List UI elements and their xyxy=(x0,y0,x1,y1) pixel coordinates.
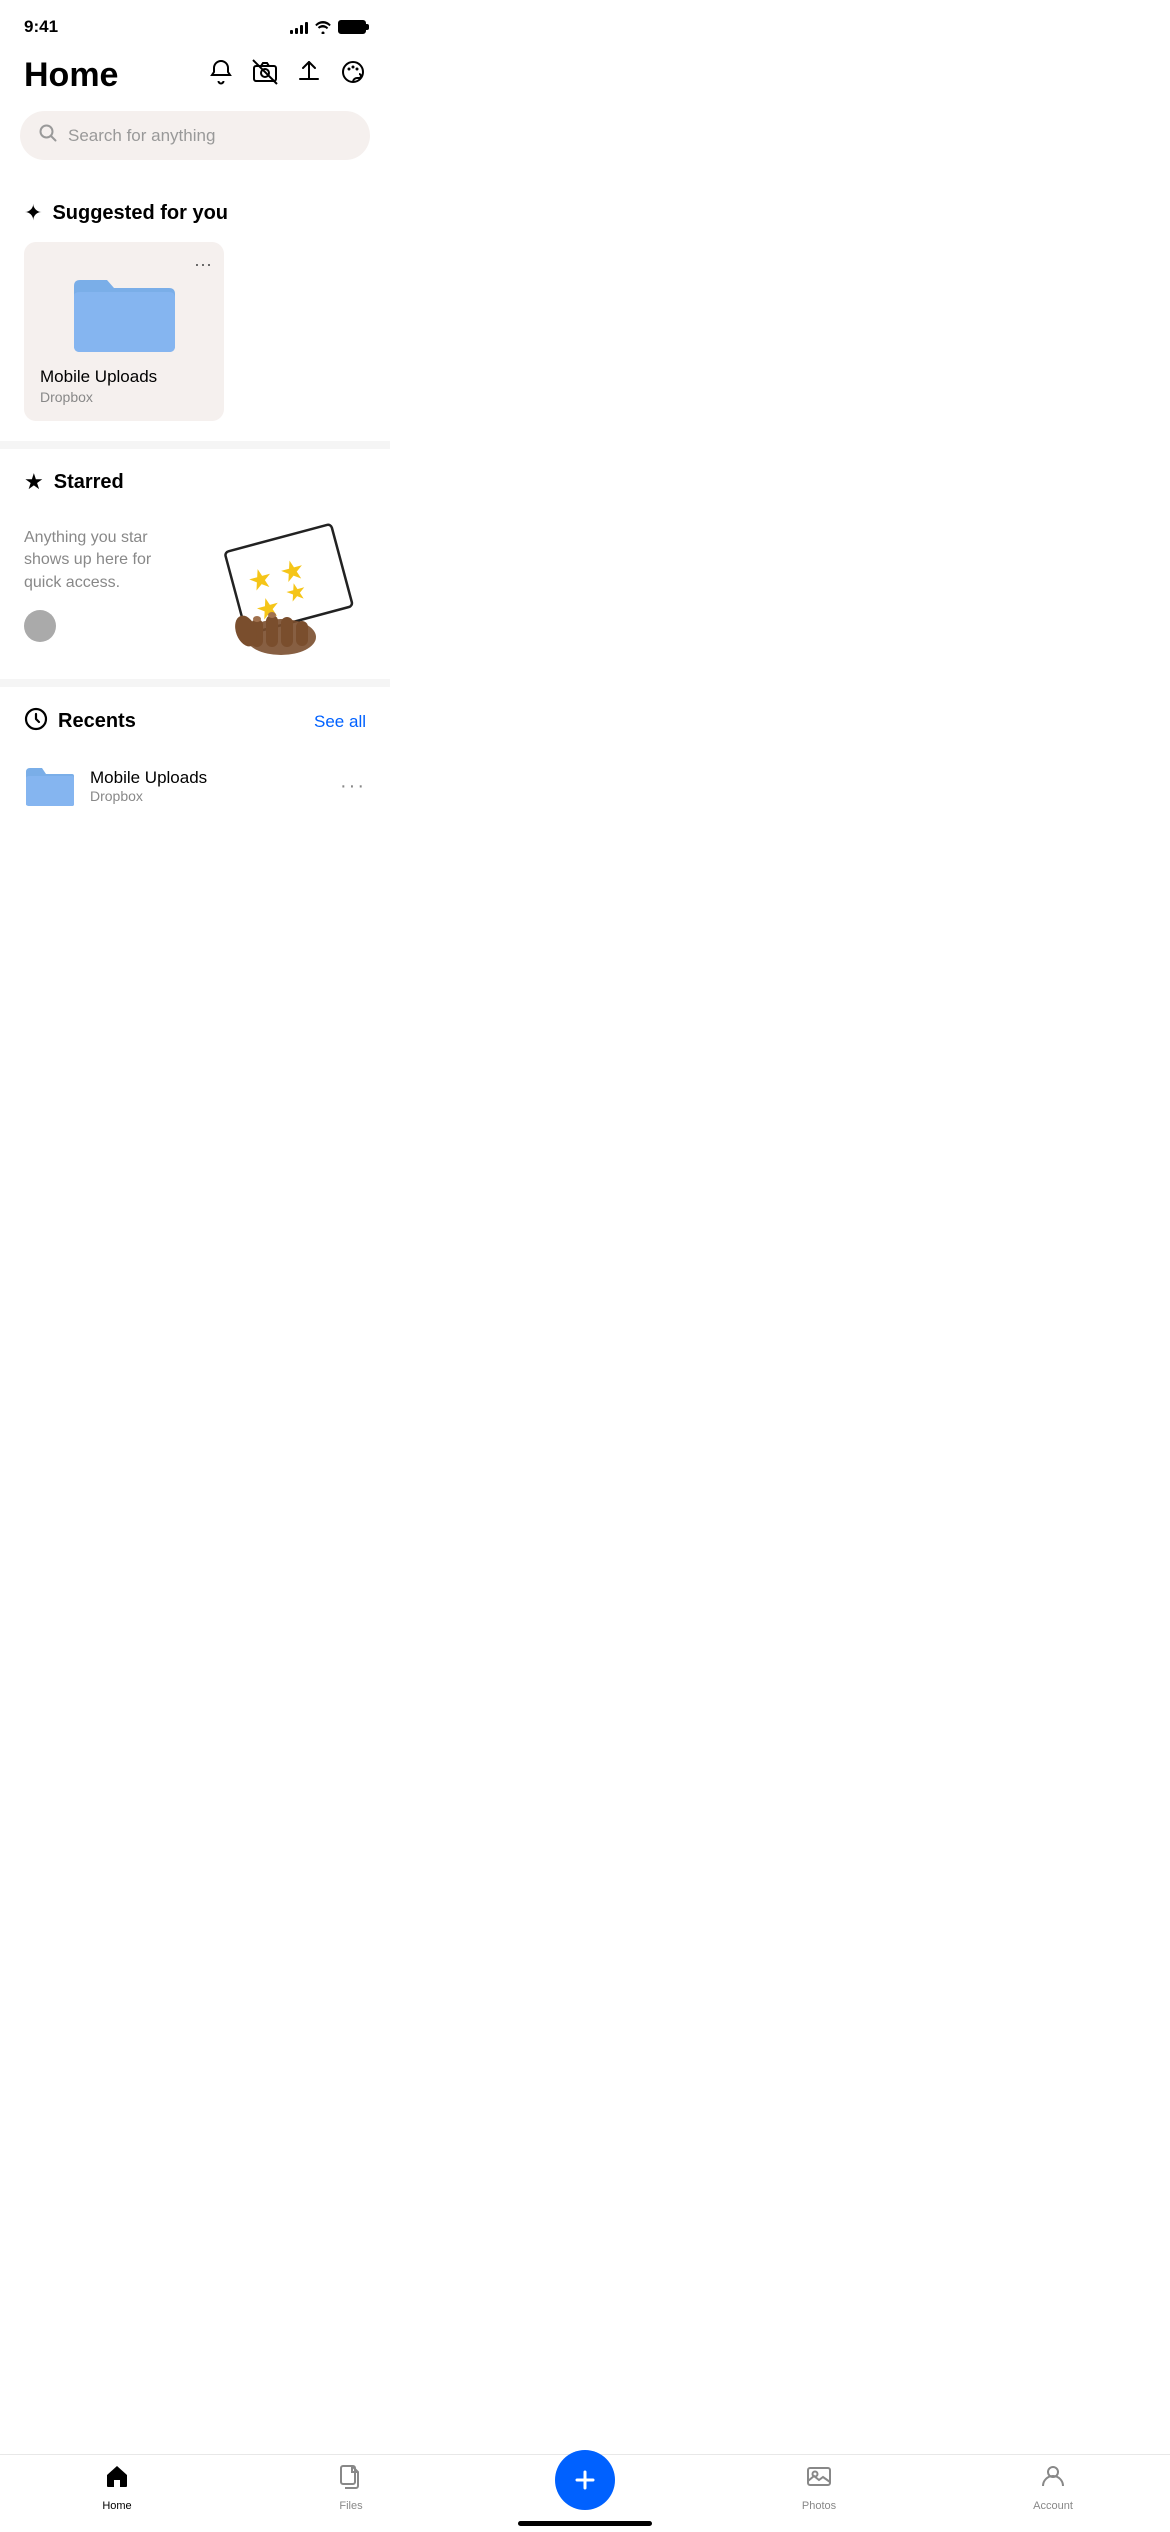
starred-content: Anything you star shows up here for quic… xyxy=(24,511,366,659)
star-icon: ★ xyxy=(24,469,44,495)
suggested-title: Suggested for you xyxy=(52,202,228,225)
recents-item-info: Mobile Uploads Dropbox xyxy=(90,768,326,804)
divider-1 xyxy=(0,441,390,449)
battery-icon xyxy=(338,20,366,34)
starred-header: ★ Starred xyxy=(24,469,366,495)
nav-label-files: Files xyxy=(339,2500,362,2512)
nav-label-account: Account xyxy=(1033,2500,1073,2512)
recents-folder-icon xyxy=(24,764,76,808)
nav-item-photos[interactable]: Photos xyxy=(702,2463,936,2512)
recents-item-subtitle: Dropbox xyxy=(90,788,326,804)
nav-label-photos: Photos xyxy=(802,2500,836,2512)
status-bar: 9:41 xyxy=(0,0,390,48)
recents-title: Recents xyxy=(58,710,136,733)
recents-header: Recents See all xyxy=(24,707,366,736)
account-icon xyxy=(1040,2463,1066,2496)
bell-icon[interactable] xyxy=(208,59,234,92)
home-icon xyxy=(104,2463,130,2496)
nav-item-add[interactable] xyxy=(468,2466,702,2510)
search-placeholder: Search for anything xyxy=(68,126,215,146)
upload-icon[interactable] xyxy=(296,59,322,92)
status-icons xyxy=(290,20,366,34)
nav-item-files[interactable]: Files xyxy=(234,2463,468,2512)
palette-icon[interactable] xyxy=(340,59,366,92)
folder-card-subtitle: Dropbox xyxy=(40,389,208,405)
folder-card-name: Mobile Uploads xyxy=(40,367,208,387)
starred-title: Starred xyxy=(54,471,124,494)
signal-icon xyxy=(290,20,308,34)
starred-empty-indicator xyxy=(24,610,56,642)
recents-section: Recents See all Mobile Uploads Dropbox ·… xyxy=(0,687,390,840)
suggested-header: ✦ Suggested for you xyxy=(24,200,366,226)
search-bar[interactable]: Search for anything xyxy=(20,111,370,160)
header-actions xyxy=(208,59,366,92)
divider-2 xyxy=(0,679,390,687)
recents-item-name: Mobile Uploads xyxy=(90,768,326,788)
camera-off-icon[interactable] xyxy=(252,59,278,92)
photos-icon xyxy=(806,2463,832,2496)
wifi-icon xyxy=(314,20,332,34)
recents-item-menu[interactable]: ··· xyxy=(340,775,366,798)
nav-item-home[interactable]: Home xyxy=(0,2463,234,2512)
main-content: ✦ Suggested for you ··· Mobile Uploads D… xyxy=(0,180,390,930)
suggested-section: ✦ Suggested for you ··· Mobile Uploads D… xyxy=(0,180,390,441)
status-time: 9:41 xyxy=(24,17,58,37)
nav-item-account[interactable]: Account xyxy=(936,2463,1170,2512)
suggested-folder-card[interactable]: ··· Mobile Uploads Dropbox xyxy=(24,242,224,421)
nav-label-home: Home xyxy=(102,2500,131,2512)
recents-icon xyxy=(24,707,48,736)
header: Home xyxy=(0,48,390,111)
starred-section: ★ Starred Anything you star shows up her… xyxy=(0,449,390,679)
starred-description: Anything you star shows up here for quic… xyxy=(24,527,180,594)
search-container: Search for anything xyxy=(0,111,390,180)
see-all-button[interactable]: See all xyxy=(314,712,366,732)
sparkle-icon: ✦ xyxy=(24,200,42,226)
recents-item[interactable]: Mobile Uploads Dropbox ··· xyxy=(24,752,366,820)
starred-text-block: Anything you star shows up here for quic… xyxy=(24,511,180,642)
folder-card-menu-icon[interactable]: ··· xyxy=(194,254,212,275)
stars-illustration: ★ ★ ★ ★ xyxy=(196,519,366,659)
add-button[interactable] xyxy=(555,2450,615,2510)
home-indicator xyxy=(518,2521,652,2526)
files-icon xyxy=(338,2463,364,2496)
folder-large-icon xyxy=(69,268,179,353)
search-icon xyxy=(38,123,58,148)
page-title: Home xyxy=(24,56,118,95)
